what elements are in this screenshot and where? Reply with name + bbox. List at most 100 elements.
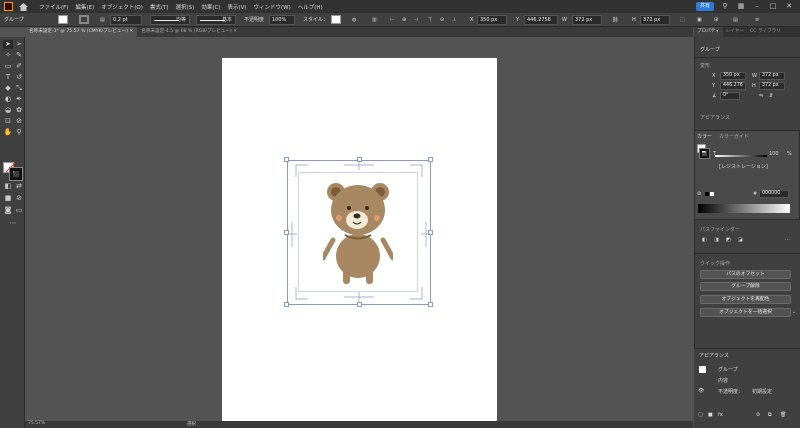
w-field[interactable]: 372 px xyxy=(572,15,602,25)
flip-vertical-icon[interactable]: ⇵ xyxy=(769,93,773,99)
h-field[interactable]: 372 px xyxy=(640,15,670,25)
ungroup-button[interactable]: グループ解除 xyxy=(700,282,791,291)
align-center-icon[interactable]: ⊕ xyxy=(402,15,406,25)
appearance-group[interactable]: グループ xyxy=(718,366,738,373)
align-top-icon[interactable]: ⊤ xyxy=(428,15,432,25)
tint-slider[interactable] xyxy=(715,155,767,157)
arrange-icon[interactable]: ▦ xyxy=(736,2,746,11)
tab-properties[interactable]: プロパティ xyxy=(694,27,723,37)
menu-file[interactable]: ファイル(F) xyxy=(39,3,68,11)
type-tool-icon[interactable]: T xyxy=(3,73,13,82)
minus-front-icon[interactable]: ◨ xyxy=(714,237,719,243)
opacity-field[interactable]: 100% xyxy=(269,15,295,25)
menu-type[interactable]: 書式(T) xyxy=(150,3,169,11)
shape-builder-tool-icon[interactable]: ◐ xyxy=(3,95,13,104)
none-swatch-icon[interactable]: ⊘ xyxy=(697,191,701,197)
default-colors-icon[interactable]: ◧ xyxy=(3,182,13,191)
close-icon[interactable]: ✕ xyxy=(784,2,794,11)
symbol-tool-icon[interactable]: ✿ xyxy=(14,106,24,115)
arrange-docs-icon[interactable]: ▤ xyxy=(733,15,738,25)
trash-icon[interactable]: 🗑 xyxy=(780,412,786,418)
select-same-button[interactable]: オブジェクトを一括選択 xyxy=(700,308,791,317)
exclude-icon[interactable]: ◪ xyxy=(738,237,743,243)
more-tools-icon[interactable]: ⋯ xyxy=(8,219,18,228)
x-field[interactable]: 350 px xyxy=(720,72,746,80)
eraser-tool-icon[interactable]: ◆ xyxy=(3,84,13,93)
chevron-down-icon[interactable]: ⌄ xyxy=(792,309,796,315)
hand-tool-icon[interactable]: ✋ xyxy=(3,128,13,137)
menu-effect[interactable]: 効果(C) xyxy=(201,3,220,11)
visibility-icon[interactable]: 👁 xyxy=(698,388,704,394)
tab-document-2[interactable]: 名称未設定-4.5 @ 68 % (RGB/プレビュー) ✕ xyxy=(137,27,241,37)
tab-layers[interactable]: レイヤー xyxy=(723,27,747,37)
more-icon[interactable]: ⋯ xyxy=(785,237,790,243)
w-field[interactable]: 372 px xyxy=(759,72,785,80)
blend-tool-icon[interactable]: ◒ xyxy=(3,106,13,115)
color-guide-tab[interactable]: カラーガイド xyxy=(719,133,749,140)
appearance-tab[interactable]: アピアランス xyxy=(699,352,729,359)
zoom-tool-icon[interactable]: ⚲ xyxy=(14,128,24,137)
screen-mode-icon[interactable]: ▭ xyxy=(14,206,24,215)
rotate-tool-icon[interactable]: ↺ xyxy=(14,73,24,82)
fx-icon[interactable]: fx xyxy=(718,412,723,418)
panel-menu-icon[interactable]: ≡ xyxy=(755,15,759,25)
clear-icon[interactable]: ⊘ xyxy=(756,412,760,418)
menu-help[interactable]: ヘルプ(H) xyxy=(298,3,323,11)
menu-select[interactable]: 選択(S) xyxy=(176,3,195,11)
direct-selection-tool-icon[interactable]: ➢ xyxy=(14,40,24,49)
fill-color-icon[interactable] xyxy=(58,15,68,24)
minimize-icon[interactable]: – xyxy=(752,2,762,11)
swap-colors-icon[interactable]: ⇄ xyxy=(14,182,24,191)
align-icon[interactable]: ▥ xyxy=(372,15,377,25)
stroke-swatch[interactable] xyxy=(9,167,23,181)
h-field[interactable]: 372 px xyxy=(759,82,785,90)
opacity-link[interactable]: 不透明度： xyxy=(718,388,743,395)
lasso-tool-icon[interactable]: ✎ xyxy=(14,51,24,60)
align-left-icon[interactable]: ⊢ xyxy=(390,15,394,25)
align-middle-icon[interactable]: ⊝ xyxy=(440,15,444,25)
duplicate-icon[interactable]: ⧉ xyxy=(768,412,772,418)
stroke-swatch[interactable] xyxy=(699,148,710,159)
color-spectrum[interactable] xyxy=(698,204,790,213)
x-field[interactable]: 350 px xyxy=(477,15,507,25)
graphic-style-swatch[interactable] xyxy=(331,15,341,24)
none-color-icon[interactable]: ⊘ xyxy=(14,194,24,203)
tint-value[interactable]: 100 xyxy=(769,151,779,157)
y-field[interactable]: 446.2756 xyxy=(524,15,558,25)
scale-tool-icon[interactable]: ⤡ xyxy=(14,84,24,93)
menu-view[interactable]: 表示(V) xyxy=(227,3,246,11)
angle-field[interactable]: 0° xyxy=(720,92,740,100)
rectangle-tool-icon[interactable]: ▭ xyxy=(3,62,13,71)
recolor-icon[interactable]: ◍ xyxy=(352,15,356,25)
link-icon[interactable]: ⛓ xyxy=(612,15,618,25)
align-right-icon[interactable]: ⊣ xyxy=(414,15,418,25)
close-icon[interactable]: ✕ xyxy=(233,29,237,34)
new-fill-icon[interactable]: ■ xyxy=(708,412,713,418)
paintbrush-tool-icon[interactable]: ✐ xyxy=(14,62,24,71)
slice-tool-icon[interactable]: ⊘ xyxy=(14,117,24,126)
offset-path-button[interactable]: パスのオフセット xyxy=(700,270,791,279)
magic-wand-tool-icon[interactable]: ✧ xyxy=(3,51,13,60)
new-stroke-icon[interactable]: ▢ xyxy=(698,412,703,418)
share-button[interactable]: 共有 xyxy=(696,2,714,11)
unite-icon[interactable]: ◧ xyxy=(702,237,707,243)
white-swatch[interactable] xyxy=(710,192,714,196)
opacity-label[interactable]: 不透明度 xyxy=(244,15,264,25)
intersect-icon[interactable]: ◩ xyxy=(726,237,731,243)
tab-document-1[interactable]: 名称未設定-1* @ 75.57 % (CMYK/プレビュー) ✕ xyxy=(25,27,138,37)
selection-tool-icon[interactable]: ➤ xyxy=(3,40,13,49)
tab-cc-libraries[interactable]: CC ライブラリ xyxy=(747,27,784,37)
hex-field[interactable]: 000000 xyxy=(759,190,789,198)
bear-illustration[interactable] xyxy=(323,180,393,286)
home-icon[interactable] xyxy=(17,1,29,12)
menu-object[interactable]: オブジェクト(O) xyxy=(101,3,143,11)
appearance-contents[interactable]: 内容 xyxy=(718,377,728,384)
draw-mode-icon[interactable]: ◙ xyxy=(3,206,13,215)
stroke-color-icon[interactable] xyxy=(79,15,89,24)
eyedropper-tool-icon[interactable]: ✒ xyxy=(14,95,24,104)
align-to-icon[interactable]: ⊞ xyxy=(714,15,718,25)
status-mode[interactable]: 選択 xyxy=(187,421,196,427)
align-bottom-icon[interactable]: ⊥ xyxy=(452,15,456,25)
recolor-button[interactable]: オブジェクトを再配色 xyxy=(700,295,791,304)
black-swatch[interactable] xyxy=(705,192,709,196)
